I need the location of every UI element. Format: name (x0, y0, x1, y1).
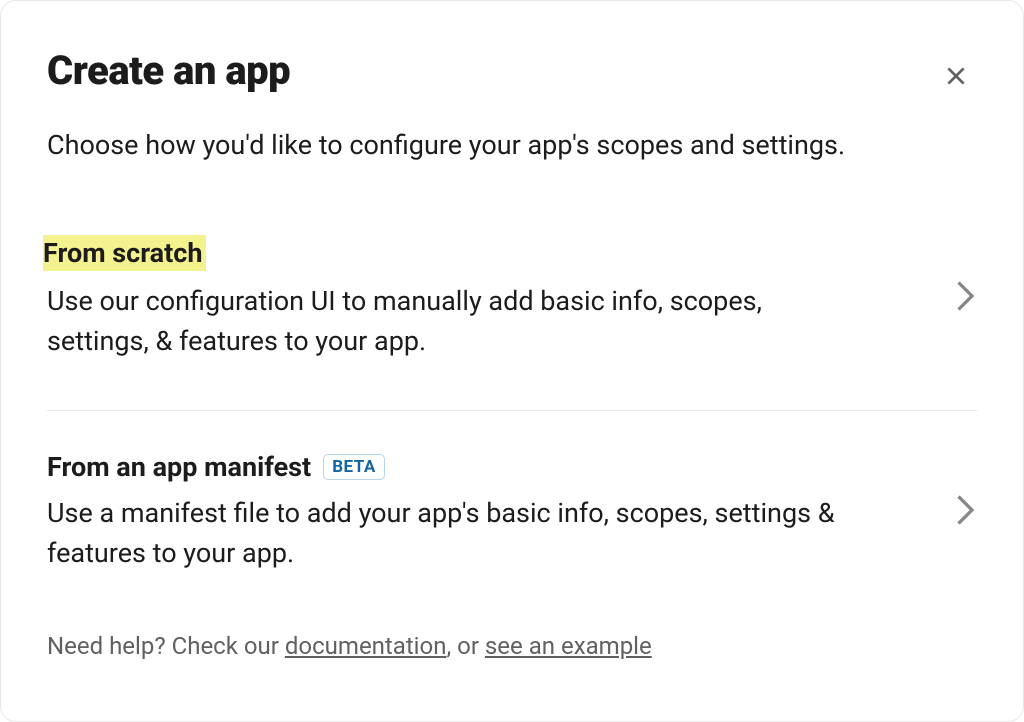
option-title-row: From an app manifest BETA (47, 451, 935, 483)
help-text: Need help? Check our documentation, or s… (47, 632, 977, 660)
beta-badge: BETA (323, 454, 385, 480)
option-manifest-description: Use a manifest file to add your app's ba… (47, 493, 867, 574)
close-icon (943, 63, 969, 89)
option-scratch-title: From scratch (43, 235, 206, 271)
help-middle: , or (446, 632, 484, 660)
option-from-scratch[interactable]: From scratch Use our configuration UI to… (47, 235, 977, 410)
help-prefix: Need help? Check our (47, 632, 285, 660)
create-app-modal: Create an app Choose how you'd like to c… (0, 0, 1024, 722)
option-content: From an app manifest BETA Use a manifest… (47, 451, 935, 574)
chevron-right-icon (955, 492, 977, 532)
modal-subtitle: Choose how you'd like to configure your … (47, 127, 977, 165)
see-example-link[interactable]: see an example (485, 632, 652, 660)
documentation-link[interactable]: documentation (285, 632, 447, 660)
modal-title: Create an app (47, 49, 290, 93)
divider (47, 410, 977, 411)
option-scratch-description: Use our configuration UI to manually add… (47, 281, 867, 362)
option-from-manifest[interactable]: From an app manifest BETA Use a manifest… (47, 451, 977, 622)
close-button[interactable] (935, 55, 977, 97)
option-content: From scratch Use our configuration UI to… (47, 235, 935, 362)
chevron-right-icon (955, 278, 977, 318)
modal-header: Create an app (47, 49, 977, 97)
option-title-row: From scratch (47, 235, 935, 271)
option-manifest-title: From an app manifest (47, 451, 311, 483)
